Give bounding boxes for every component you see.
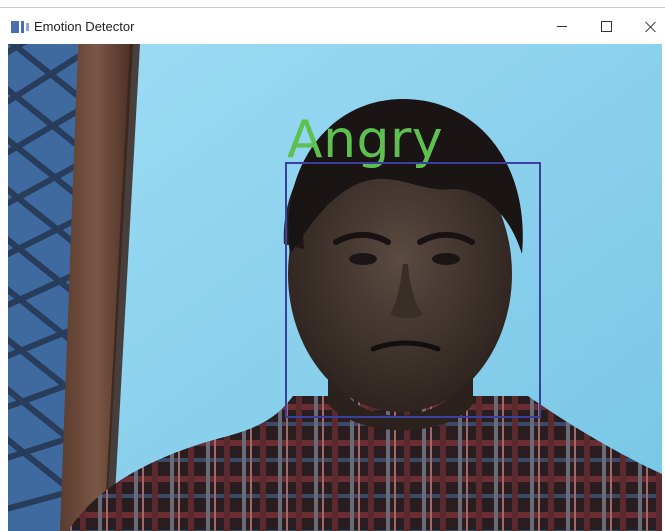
window-top-edge [0, 0, 665, 8]
maximize-button[interactable] [584, 12, 628, 40]
close-button[interactable] [628, 12, 665, 40]
app-window: Emotion Detector Angry [0, 0, 665, 531]
minimize-icon [557, 25, 567, 27]
close-icon [645, 21, 656, 32]
window-title: Emotion Detector [34, 19, 135, 34]
face-bounding-box [285, 162, 541, 418]
title-bar[interactable]: Emotion Detector [0, 8, 665, 44]
minimize-button[interactable] [540, 12, 584, 40]
emotion-label: Angry [287, 110, 444, 170]
camera-feed: Angry [8, 44, 662, 531]
app-icon [11, 21, 29, 33]
maximize-icon [600, 20, 612, 32]
